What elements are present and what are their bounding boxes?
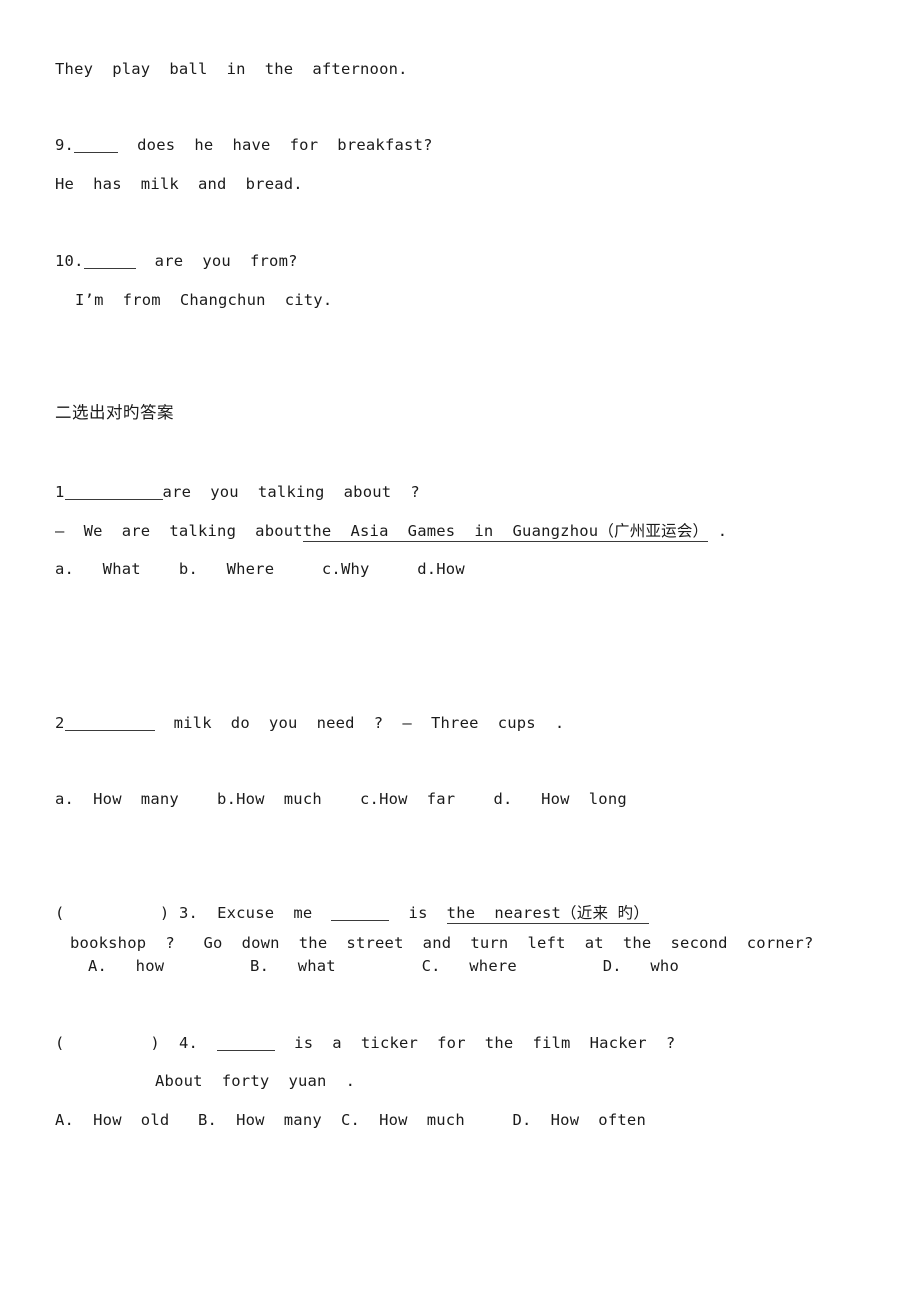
mc-q3-stem-mid: is: [389, 904, 447, 922]
mc-q3-label: 3.: [178, 904, 199, 922]
mc-q2-stem-text: milk do you need ? – Three cups .: [154, 714, 565, 732]
mc-q1-answer-underlined: the Asia Games in Guangzhou（广州亚运会）: [302, 522, 709, 542]
mc-q2-options-line[interactable]: a. How many b.How much c.How far d. How …: [55, 790, 627, 809]
mc-q4-stem-line: ( ) 4. is a ticker for the film Hacker ?: [55, 1034, 675, 1053]
mc-q3-continuation-line: bookshop ? Go down the street and turn l…: [70, 934, 814, 952]
mc-q3-bracket[interactable]: ( ): [55, 904, 169, 922]
q10-stem-line: 10. are you from?: [55, 252, 298, 271]
worksheet-page: They play ball in the afternoon. 9. does…: [0, 0, 920, 1302]
mc-q3-stem-before: Excuse me: [198, 904, 332, 922]
mc-q4-answer-line: About forty yuan .: [155, 1072, 356, 1090]
mc-q1-blank[interactable]: [64, 484, 163, 500]
mc-q2-stem-line: 2 milk do you need ? – Three cups .: [55, 714, 564, 733]
q9-stem-line: 9. does he have for breakfast?: [55, 136, 433, 155]
mc-q3-options-line[interactable]: A. how B. what C. where D. who: [88, 957, 679, 976]
mc-q1-options-line[interactable]: a. What b. Where c.Why d.How: [55, 560, 465, 579]
q9-stem-text: does he have for breakfast?: [118, 136, 433, 154]
mc-q4-stem-text: is a ticker for the film Hacker ?: [275, 1034, 676, 1052]
mc-q3-blank[interactable]: [331, 905, 390, 921]
mc-q4-label: 4.: [178, 1034, 199, 1052]
mc-q1-answer-suffix: .: [708, 522, 728, 540]
section-two-heading: 二选出对旳答案: [55, 403, 174, 422]
mc-q2-number: 2: [55, 714, 65, 732]
mc-q1-stem-text: are you talking about ?: [162, 483, 420, 501]
mc-q4-blank[interactable]: [217, 1035, 276, 1051]
q9-blank[interactable]: [74, 137, 119, 153]
mc-q1-stem-line: 1 are you talking about ?: [55, 483, 420, 502]
mc-q1-answer-line: – We are talking aboutthe Asia Games in …: [55, 522, 728, 542]
mc-q1-number: 1: [55, 483, 65, 501]
q10-stem-text: are you from?: [135, 252, 298, 270]
mc-q3-stem-line: ( ) 3. Excuse me is the nearest（近来 旳）: [55, 904, 650, 924]
q10-number: 10.: [55, 252, 84, 270]
mc-q2-blank[interactable]: [64, 715, 155, 731]
q8-answer-line: They play ball in the afternoon.: [55, 60, 408, 78]
q9-number: 9.: [55, 136, 75, 154]
q10-answer-line: I’m from Changchun city.: [75, 291, 333, 309]
q10-blank[interactable]: [83, 253, 136, 269]
mc-q4-bracket[interactable]: ( ): [55, 1034, 160, 1052]
q9-answer-line: He has milk and bread.: [55, 175, 303, 193]
mc-q4-options-line[interactable]: A. How old B. How many C. How much D. Ho…: [55, 1111, 646, 1130]
mc-q3-stem-underlined: the nearest（近来 旳）: [446, 904, 650, 924]
mc-q1-answer-prefix: – We are talking about: [55, 522, 303, 540]
